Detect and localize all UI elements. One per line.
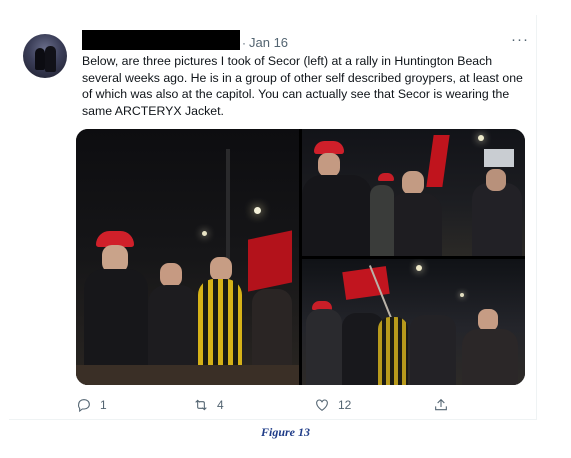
red-flag — [248, 230, 292, 292]
avatar-figure — [35, 48, 45, 70]
tweet-card[interactable]: · Jan 16 ··· Below, are three pictures I… — [9, 15, 537, 420]
retweet-icon — [195, 399, 207, 411]
tweet-actions: 1 4 12 — [76, 395, 525, 415]
share-icon — [435, 398, 447, 411]
face — [210, 257, 232, 281]
avatar-figure — [45, 46, 56, 72]
tweet-text: Below, are three pictures I took of Seco… — [82, 54, 523, 118]
street-light — [416, 265, 422, 271]
redacted-username — [82, 30, 240, 50]
reply-count: 1 — [100, 398, 107, 412]
street-light — [478, 135, 484, 141]
face — [478, 309, 498, 331]
more-icon[interactable]: ··· — [511, 31, 529, 48]
face — [402, 171, 424, 195]
tweet-media[interactable] — [76, 129, 525, 385]
face — [160, 263, 182, 287]
like-icon — [316, 399, 328, 411]
street-light — [460, 293, 464, 297]
person-background — [472, 183, 522, 256]
palm-tree — [226, 149, 230, 269]
ground — [76, 365, 299, 385]
figure-caption: Figure 13 — [260, 425, 310, 439]
person-background — [410, 315, 456, 385]
face — [318, 153, 340, 177]
person-background — [306, 309, 342, 385]
retweet-button[interactable]: 4 — [193, 395, 224, 415]
like-count: 12 — [338, 398, 352, 412]
tweet-timestamp[interactable]: Jan 16 — [249, 35, 288, 50]
street-light — [202, 231, 207, 236]
reply-button[interactable]: 1 — [76, 395, 107, 415]
person-dark-jacket — [388, 193, 442, 256]
retweet-count: 4 — [217, 398, 224, 412]
red-cap — [378, 173, 394, 181]
person-plaid-shirt — [378, 317, 408, 385]
person-background — [370, 185, 394, 256]
sign — [484, 149, 514, 167]
person-dark-jacket — [302, 175, 372, 256]
like-button[interactable]: 12 — [314, 395, 351, 415]
face — [486, 169, 506, 191]
photo-rally-group[interactable] — [76, 129, 299, 385]
person-background — [462, 329, 518, 385]
photo-rally-crowd-flags[interactable] — [302, 259, 525, 385]
avatar[interactable] — [23, 34, 67, 78]
share-button[interactable] — [433, 395, 449, 415]
reply-icon — [78, 399, 90, 413]
street-light — [254, 207, 261, 214]
separator-dot: · — [242, 36, 246, 50]
red-flag — [426, 135, 450, 187]
photo-rally-crowd-close[interactable] — [302, 129, 525, 256]
